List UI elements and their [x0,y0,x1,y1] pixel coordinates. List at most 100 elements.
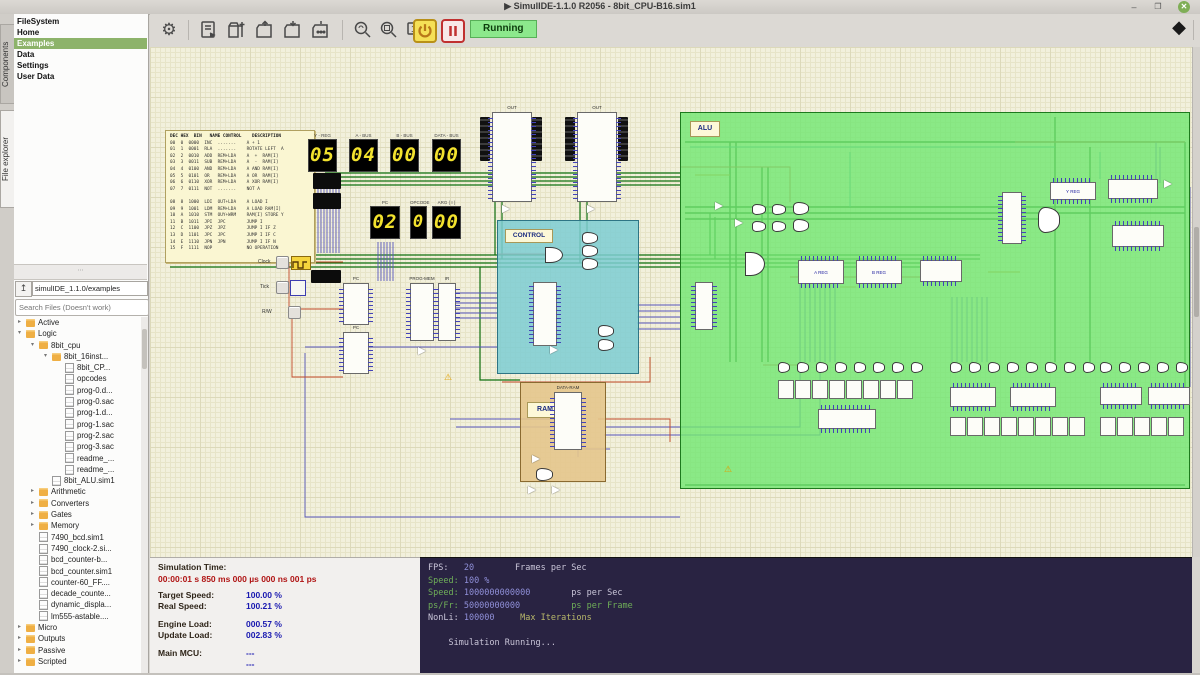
out-register-chip[interactable]: OUT [577,112,617,202]
xor-gate[interactable] [797,362,809,373]
filesystem-item[interactable]: Settings [14,60,147,71]
inverter-gate[interactable] [528,486,536,494]
seven-seg-display[interactable]: ARG ( I )00 [432,200,461,239]
ir-chip[interactable]: IR [438,283,456,341]
xor-gate[interactable] [1176,362,1188,373]
expander-icon[interactable]: ▸ [31,509,39,520]
seven-seg-display[interactable]: PC02 [370,200,400,239]
power-button[interactable] [413,19,437,43]
buffer-gate[interactable] [502,205,510,213]
tree-item-micro[interactable]: ▸Micro [14,622,140,633]
xor-gate-row[interactable] [778,362,923,373]
dip-switch[interactable] [313,173,341,189]
adder-cell[interactable] [778,380,794,399]
tree-item-counter-60-ff-[interactable]: counter-60_FF.... [14,577,140,588]
filesystem-item[interactable]: FileSystem [14,16,147,27]
b-reg-chip[interactable]: B REG [856,260,902,284]
buffer-gate[interactable] [550,346,558,354]
a-reg-chip[interactable]: A REG [798,260,844,284]
info-diamond-icon[interactable]: ◆ [1172,17,1186,38]
adder-cell[interactable] [1168,417,1184,436]
xor-gate[interactable] [1007,362,1019,373]
expander-icon[interactable]: ▸ [18,622,26,633]
decoder-chip[interactable] [695,282,713,330]
xor-gate[interactable] [816,362,828,373]
expander-icon[interactable]: ▾ [44,351,52,362]
tree-item-outputs[interactable]: ▸Outputs [14,633,140,644]
filesystem-item[interactable]: Data [14,49,147,60]
xor-gate[interactable] [873,362,885,373]
adder-cell[interactable] [1100,417,1116,436]
canvas-scrollbar[interactable] [1192,47,1200,557]
filesystem-item[interactable]: Home [14,27,147,38]
zoom-extents-icon[interactable] [378,19,400,41]
tab-components[interactable]: Components [0,24,15,104]
adder-cell[interactable] [812,380,828,399]
tree-item-8bit-cp-[interactable]: 8bit_CP... [14,362,140,373]
expander-icon[interactable]: ▸ [18,633,26,644]
xor-gate[interactable] [892,362,904,373]
buffer-gate[interactable] [715,202,723,210]
xor-gate[interactable] [950,362,962,373]
clock-component[interactable] [291,256,311,270]
xor-gate[interactable] [854,362,866,373]
tab-file-explorer[interactable]: File explorer [0,110,15,208]
minimize-button[interactable]: – [1128,1,1140,13]
register-chip[interactable] [818,409,876,429]
seven-seg-display[interactable]: B - BUS00 [390,133,419,172]
buffer-gate[interactable] [1164,180,1172,188]
tree-item-arithmetic[interactable]: ▸Arithmetic [14,486,140,497]
tree-item-8bit-alu-sim1[interactable]: 8bit_ALU.sim1 [14,475,140,486]
xor-gate[interactable] [1064,362,1076,373]
settings-gear-icon[interactable]: ⚙ [158,19,180,41]
buffer-gate[interactable] [587,205,595,213]
instruction-table-note[interactable]: DEC HEX BIN NAME CONTROL DESCRIPTION00 0… [165,130,315,263]
xor-gate[interactable] [988,362,1000,373]
save-circuit-icon[interactable] [282,19,304,41]
clock-button[interactable] [276,256,289,269]
tree-item-bcd-counter-b-[interactable]: bcd_counter-b... [14,554,140,565]
tick-component[interactable] [290,280,306,296]
xor-gate[interactable] [778,362,790,373]
adder-cell[interactable] [1052,417,1068,436]
adder-cell[interactable] [1035,417,1051,436]
xor-gate[interactable] [1026,362,1038,373]
circuit-canvas[interactable]: ALU CONTROL RAM DEC HEX BIN NAME CONTROL… [150,47,1192,557]
inverter-gate[interactable] [552,486,560,494]
tree-item-prog-1-sac[interactable]: prog-1.sac [14,419,140,430]
dip-switch[interactable] [313,193,341,209]
xor-gate[interactable] [1119,362,1131,373]
open-circuit-icon[interactable] [254,19,276,41]
register-chip[interactable] [1148,387,1190,405]
control-block[interactable] [497,220,639,374]
tree-item-passive[interactable]: ▸Passive [14,645,140,656]
adder-row[interactable] [1100,417,1184,436]
xor-gate[interactable] [1045,362,1057,373]
tree-scrollbar[interactable] [141,317,148,675]
register-chip[interactable] [950,387,996,407]
prog-mem-chip[interactable]: PROG-MEM [410,283,434,341]
save-as-icon[interactable] [310,19,332,41]
close-button[interactable]: ✕ [1178,1,1190,13]
panel-splitter[interactable]: ⋯ [14,264,147,280]
gate-row[interactable] [1100,362,1188,373]
adder-cell[interactable] [880,380,896,399]
expander-icon[interactable]: ▸ [18,645,26,656]
current-path[interactable]: simulIDE_1.1.0/examples [32,281,148,296]
tree-item-prog-2-sac[interactable]: prog-2.sac [14,430,140,441]
filesystem-item[interactable]: Examples [14,38,147,49]
seven-seg-display[interactable]: DATA - BUS00 [432,133,461,172]
pause-button[interactable] [441,19,465,43]
adder-cell[interactable] [829,380,845,399]
expander-icon[interactable]: ▸ [31,486,39,497]
adder-cell[interactable] [984,417,1000,436]
tree-item-readme-[interactable]: readme_... [14,453,140,464]
adder-cell[interactable] [1151,417,1167,436]
y-reg-chip[interactable]: Y REG [1050,182,1096,200]
xor-gate[interactable] [835,362,847,373]
seven-seg-display[interactable]: OPCODE0 [410,200,427,239]
register-chip[interactable] [1010,387,1056,407]
adder-cell[interactable] [1117,417,1133,436]
expander-icon[interactable]: ▾ [31,340,39,351]
expander-icon[interactable]: ▸ [31,498,39,509]
